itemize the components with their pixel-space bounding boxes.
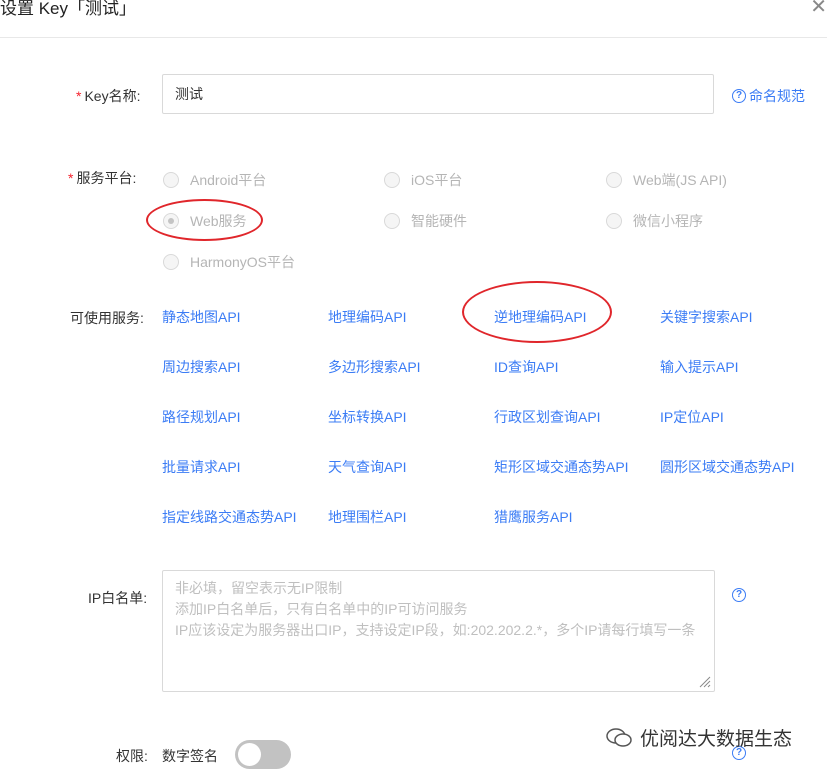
key-name-input[interactable]: 测试 [162,74,714,114]
service-link[interactable]: 圆形区域交通态势API [660,457,795,477]
service-link[interactable]: IP定位API [660,407,724,427]
radio-harmonyos[interactable]: HarmonyOS平台 [163,252,295,272]
radio-smart-hardware[interactable]: 智能硬件 [384,211,467,231]
service-link[interactable]: 坐标转换API [328,407,407,427]
service-link[interactable]: 地理编码API [328,307,407,327]
wechat-logo-icon [606,727,632,747]
radio-label: iOS平台 [411,172,463,188]
ip-whitelist-help[interactable]: ? [732,588,749,602]
radio-circle [163,172,179,188]
service-link[interactable]: 行政区划查询API [494,407,601,427]
services-label: 可使用服务: [70,310,144,326]
radio-label: 智能硬件 [411,213,467,229]
radio-wechat-miniprogram[interactable]: 微信小程序 [606,211,703,231]
service-link[interactable]: ID查询API [494,357,559,377]
placeholder-line: 添加IP白名单后，只有白名单中的IP可访问服务 [175,601,468,617]
radio-circle [606,172,622,188]
placeholder-line: 非必填，留空表示无IP限制 [175,580,343,596]
placeholder-line: IP应该设定为服务器出口IP，支持设定IP段，如:202.202.2.*，多个I… [175,622,696,638]
service-link[interactable]: 多边形搜索API [328,357,421,377]
service-link[interactable]: 批量请求API [162,457,241,477]
service-link[interactable]: 静态地图API [162,307,241,327]
radio-ios[interactable]: iOS平台 [384,170,462,190]
key-name-label-text: Key名称: [84,88,141,104]
key-name-label: * Key名称: [76,86,140,106]
annotation-ellipse-reverse-geocoding [462,281,612,343]
service-link[interactable]: 指定线路交通态势API [162,507,297,527]
service-link[interactable]: 输入提示API [660,357,739,377]
resize-grip-icon[interactable] [699,676,711,688]
dialog-title: 设置 Key「测试」 [0,0,137,18]
digital-signature-label: 数字签名 [162,748,218,764]
digital-signature-toggle[interactable] [235,740,291,769]
platform-label-text: 服务平台: [76,170,137,186]
service-link[interactable]: 地理围栏API [328,507,407,527]
toggle-knob [238,743,261,766]
ip-whitelist-label: IP白名单: [88,590,148,606]
required-mark: * [68,170,74,186]
question-icon: ? [732,588,746,602]
permission-label: 权限: [116,748,148,764]
question-icon: ? [732,89,746,103]
header-divider [0,37,827,38]
radio-label: HarmonyOS平台 [190,254,296,270]
radio-label: 微信小程序 [633,213,703,229]
ip-whitelist-placeholder: 非必填，留空表示无IP限制添加IP白名单后，只有白名单中的IP可访问服务 IP应该… [175,578,702,641]
required-mark: * [76,88,82,104]
service-link[interactable]: 周边搜索API [162,357,241,377]
service-link[interactable]: 关键字搜索API [660,307,753,327]
service-link[interactable]: 猎鹰服务API [494,507,573,527]
close-icon[interactable]: ✕ [810,0,827,19]
radio-circle [384,213,400,229]
naming-rules-link[interactable]: ? 命名规范 [732,86,805,106]
radio-web-js[interactable]: Web端(JS API) [606,170,727,190]
service-link[interactable]: 矩形区域交通态势API [494,457,629,477]
annotation-ellipse-web-service [146,199,263,241]
watermark: 优阅达大数据生态 [606,724,792,751]
radio-android[interactable]: Android平台 [163,170,266,190]
ip-whitelist-textarea[interactable]: 非必填，留空表示无IP限制添加IP白名单后，只有白名单中的IP可访问服务 IP应该… [162,570,715,692]
radio-circle [163,254,179,270]
platform-label: * 服务平台: [68,168,136,188]
radio-label: Web端(JS API) [633,172,727,188]
service-link[interactable]: 路径规划API [162,407,241,427]
naming-rules-text: 命名规范 [749,88,805,104]
radio-circle [606,213,622,229]
radio-circle [384,172,400,188]
radio-label: Android平台 [190,172,267,188]
service-link[interactable]: 天气查询API [328,457,407,477]
watermark-text: 优阅达大数据生态 [640,729,793,750]
